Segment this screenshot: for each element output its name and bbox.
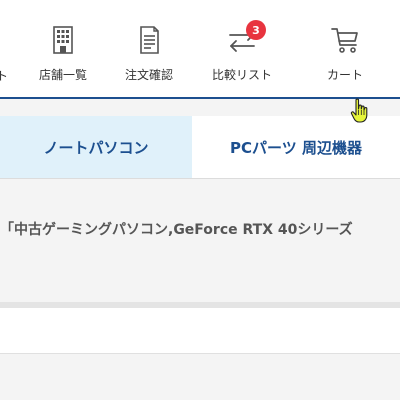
site-header: ト 店舗一覧 注文確認 3 比較リスト カート [0, 0, 400, 97]
category-tabs: ノートパソコン PCパーツ 周辺機器 [0, 116, 400, 178]
tab-pc-parts[interactable]: PCパーツ 周辺機器 [192, 116, 400, 178]
document-icon [140, 26, 159, 54]
header-divider [0, 97, 400, 99]
compare-count-badge: 3 [246, 20, 266, 40]
tab-notebook[interactable]: ノートパソコン [0, 116, 192, 178]
nav-label-store-list: 店舗一覧 [38, 68, 87, 82]
search-condition-title: 「中古ゲーミングパソコン,GeForce RTX 40シリーズ [0, 222, 353, 238]
content-panel [0, 308, 400, 354]
nav-label-cut[interactable]: ト [0, 67, 8, 84]
nav-label-compare-list: 比較リスト [211, 68, 272, 82]
hand-pointer-cursor-icon [350, 98, 368, 123]
building-icon [53, 26, 73, 54]
nav-label-order-confirm: 注文確認 [124, 68, 173, 82]
nav-cart[interactable]: カート [320, 24, 370, 90]
nav-order-confirm[interactable]: 注文確認 [120, 24, 178, 90]
tabs-divider [0, 178, 400, 179]
cart-icon [331, 28, 358, 53]
nav-compare-list[interactable]: 3 比較リスト [206, 20, 278, 90]
nav-store-list[interactable]: 店舗一覧 [34, 24, 92, 90]
nav-label-cart: カート [326, 68, 363, 82]
